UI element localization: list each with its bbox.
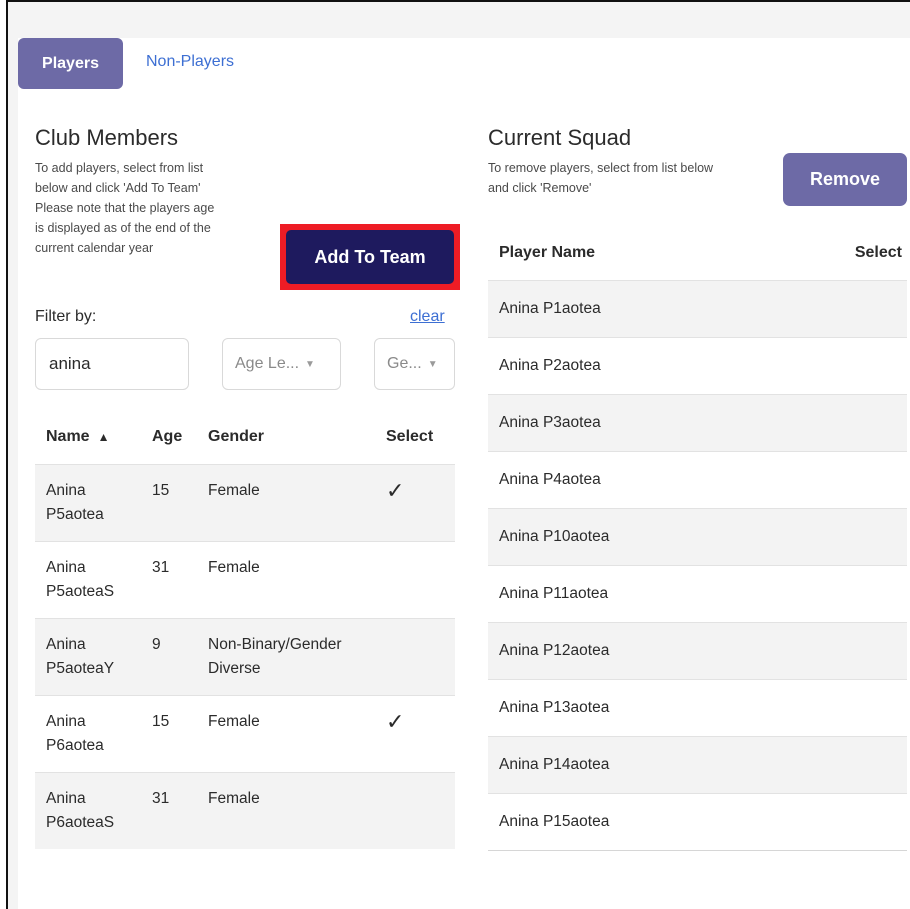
column-header-gender[interactable]: Gender <box>197 410 375 464</box>
member-name: Anina P6aoteaS <box>35 771 141 849</box>
member-name: Anina P5aotea <box>35 463 141 541</box>
table-row[interactable]: Anina P14aotea <box>488 735 907 793</box>
member-age: 31 <box>141 540 197 618</box>
hint-line: Please note that the players age <box>35 201 215 215</box>
member-age: 15 <box>141 463 197 541</box>
club-members-table: Name ▲ Age Gender Select Anina P5aotea 15… <box>35 410 455 849</box>
table-row[interactable]: Anina P5aoteaS 31 Female <box>35 540 455 618</box>
member-age: 31 <box>141 771 197 849</box>
current-squad-hint: To remove players, select from list belo… <box>488 158 713 198</box>
add-to-team-button[interactable]: Add To Team <box>286 230 454 284</box>
table-row[interactable]: Anina P1aotea <box>488 279 907 337</box>
table-row[interactable]: Anina P5aoteaY 9 Non-Binary/Gender Diver… <box>35 617 455 695</box>
squad-player-name: Anina P4aotea <box>488 450 907 508</box>
squad-player-name: Anina P1aotea <box>488 279 907 337</box>
member-gender: Female <box>197 771 375 849</box>
select-cell[interactable] <box>375 540 455 618</box>
column-header-player-name[interactable]: Player Name <box>488 226 752 280</box>
table-header-row: Name ▲ Age Gender Select <box>35 410 455 464</box>
table-row[interactable]: Anina P11aotea <box>488 564 907 622</box>
filter-label: Filter by: <box>35 308 97 325</box>
select-cell[interactable] <box>375 617 455 695</box>
squad-player-name: Anina P14aotea <box>488 735 907 793</box>
caret-down-icon: ▼ <box>427 358 438 370</box>
caret-down-icon: ▼ <box>305 358 315 370</box>
squad-player-name: Anina P15aotea <box>488 792 907 851</box>
remove-button[interactable]: Remove <box>783 153 907 206</box>
squad-player-name: Anina P2aotea <box>488 336 907 394</box>
member-age: 15 <box>141 694 197 772</box>
table-row[interactable]: Anina P4aotea <box>488 450 907 508</box>
squad-player-name: Anina P13aotea <box>488 678 907 736</box>
member-gender: Female <box>197 694 375 772</box>
table-row[interactable]: Anina P12aotea <box>488 621 907 679</box>
check-icon[interactable]: ✓ <box>375 463 455 541</box>
current-squad-table: Player Name Select Anina P1aotea Anina P… <box>488 226 907 851</box>
table-row[interactable]: Anina P10aotea <box>488 507 907 565</box>
table-row[interactable]: Anina P3aotea <box>488 393 907 451</box>
age-level-select[interactable]: Age Le... ▼ <box>222 338 341 390</box>
hint-line: To add players, select from list <box>35 161 204 175</box>
column-header-select: Select <box>386 427 434 445</box>
select-cell[interactable] <box>375 771 455 849</box>
tab-players[interactable]: Players <box>18 38 123 89</box>
column-header-name[interactable]: Name ▲ <box>35 410 141 464</box>
member-gender: Female <box>197 463 375 541</box>
left-strip <box>8 38 18 909</box>
table-row[interactable]: Anina P2aotea <box>488 336 907 394</box>
club-members-title: Club Members <box>35 125 179 150</box>
club-members-hint: To add players, select from list below a… <box>35 158 214 258</box>
hint-line: To remove players, select from list belo… <box>488 161 714 175</box>
column-header-select: Select <box>854 243 902 261</box>
squad-player-name: Anina P11aotea <box>488 564 907 622</box>
column-header-name-label: Name <box>46 427 90 445</box>
squad-player-name: Anina P3aotea <box>488 393 907 451</box>
sort-ascending-icon: ▲ <box>97 429 110 444</box>
hint-line: and click 'Remove' <box>488 181 592 195</box>
table-row[interactable]: Anina P6aoteaS 31 Female <box>35 771 455 849</box>
member-gender: Non-Binary/Gender Diverse <box>197 617 375 695</box>
name-filter-input[interactable] <box>35 338 189 390</box>
column-header-age[interactable]: Age <box>141 410 197 464</box>
member-name: Anina P5aoteaY <box>35 617 141 695</box>
member-gender: Female <box>197 540 375 618</box>
table-row[interactable]: Anina P6aotea 15 Female ✓ <box>35 694 455 772</box>
table-header-row: Player Name Select <box>488 226 907 280</box>
check-icon[interactable]: ✓ <box>375 694 455 772</box>
table-row[interactable]: Anina P5aotea 15 Female ✓ <box>35 463 455 541</box>
gender-select[interactable]: Ge... ▼ <box>374 338 455 390</box>
hint-line: current calendar year <box>35 241 154 255</box>
top-bar <box>8 2 910 38</box>
squad-player-name: Anina P10aotea <box>488 507 907 565</box>
table-row[interactable]: Anina P15aotea <box>488 792 907 851</box>
member-name: Anina P5aoteaS <box>35 540 141 618</box>
gender-select-value: Ge... <box>387 355 422 372</box>
current-squad-title: Current Squad <box>488 125 632 150</box>
add-to-team-highlight: Add To Team <box>280 224 460 290</box>
table-row[interactable]: Anina P13aotea <box>488 678 907 736</box>
tab-non-players[interactable]: Non-Players <box>146 53 234 71</box>
clear-filter-link[interactable]: clear <box>410 308 445 326</box>
member-name: Anina P6aotea <box>35 694 141 772</box>
member-age: 9 <box>141 617 197 695</box>
squad-player-name: Anina P12aotea <box>488 621 907 679</box>
hint-line: is displayed as of the end of the <box>35 221 211 235</box>
age-level-select-value: Age Le... <box>235 355 300 372</box>
hint-line: below and click 'Add To Team' <box>35 181 201 195</box>
